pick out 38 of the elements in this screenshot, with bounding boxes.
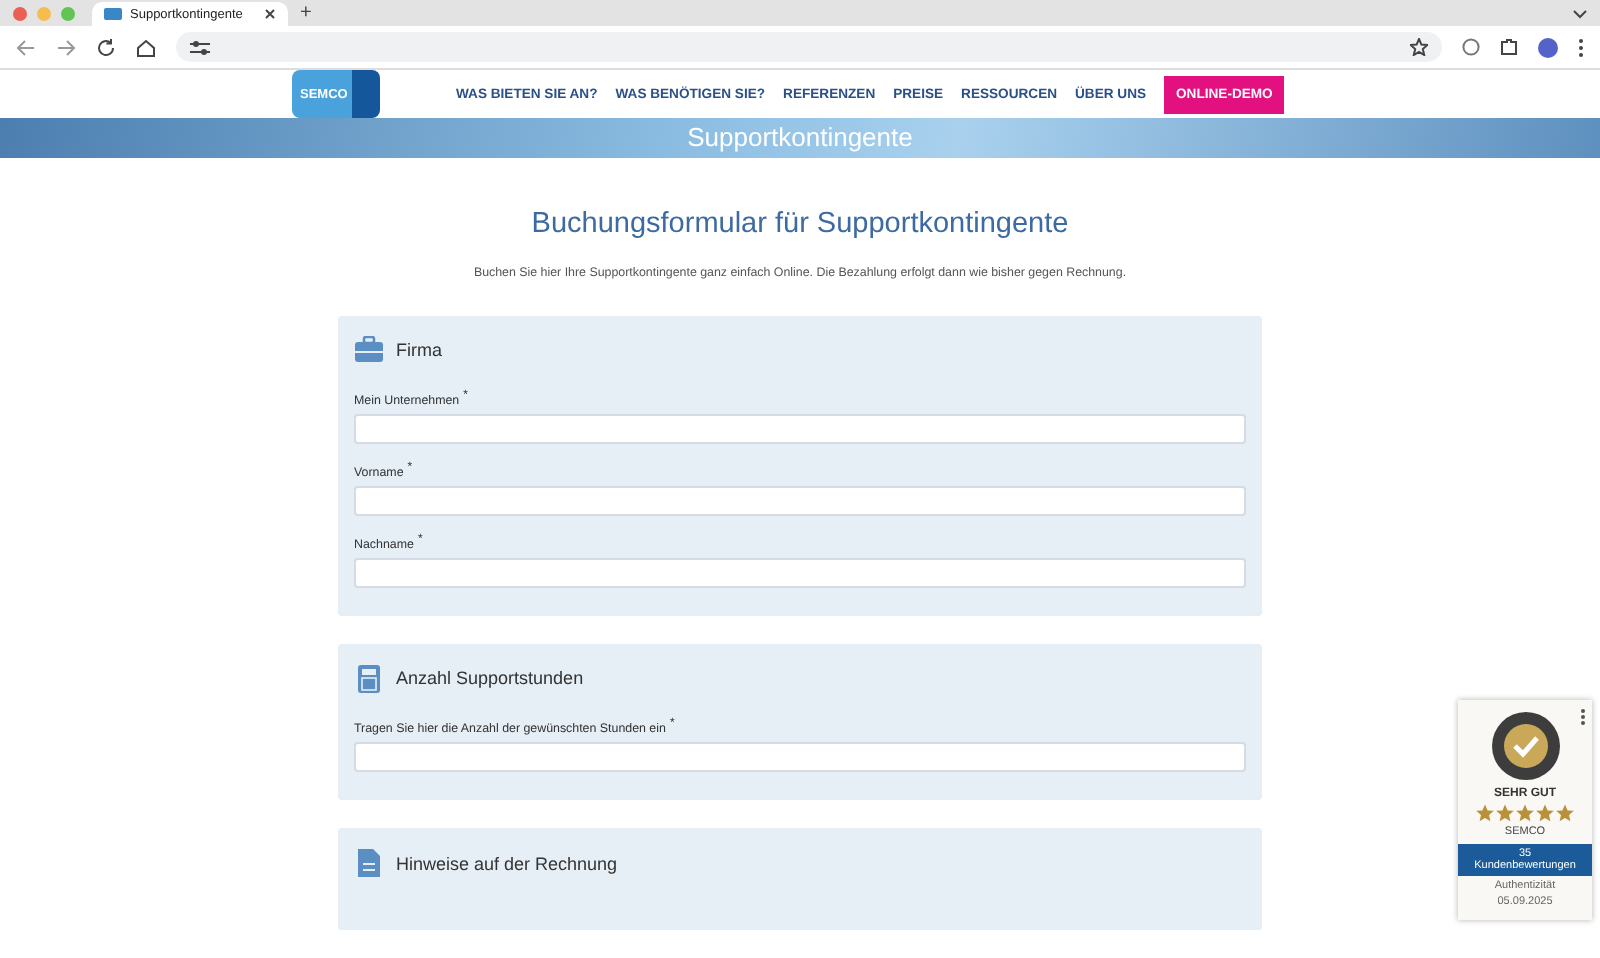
input-field[interactable] xyxy=(354,413,1246,444)
star-icon xyxy=(1516,804,1534,822)
more-icon[interactable] xyxy=(1578,37,1584,57)
star-icon xyxy=(1476,804,1494,822)
chevron-down-icon[interactable] xyxy=(1572,5,1588,21)
required-mark: * xyxy=(669,717,675,730)
star-icon xyxy=(1496,804,1514,822)
site-settings-icon xyxy=(190,39,210,55)
new-tab-button[interactable]: + xyxy=(300,2,312,26)
form-title: Buchungsformular für Supportkontingente xyxy=(529,207,1071,240)
required-mark: * xyxy=(417,533,423,546)
document-icon xyxy=(354,848,384,878)
seal-icon xyxy=(1489,710,1561,782)
star-icon xyxy=(1536,804,1554,822)
profile-avatar-icon[interactable] xyxy=(1538,37,1558,57)
reload-icon[interactable] xyxy=(96,37,116,57)
briefcase-icon xyxy=(354,335,384,366)
forward-icon[interactable] xyxy=(56,37,76,57)
extensions-icon[interactable] xyxy=(1500,38,1518,56)
window-controls-icon xyxy=(12,5,80,21)
home-icon[interactable] xyxy=(136,37,156,57)
calculator-icon xyxy=(354,663,384,694)
required-mark: * xyxy=(407,461,413,474)
input-field[interactable] xyxy=(354,485,1246,516)
close-icon[interactable] xyxy=(264,8,276,20)
section-title: Hinweise auf der Rechnung xyxy=(396,853,618,873)
favicon-icon xyxy=(104,8,122,20)
section-title: Firma xyxy=(396,340,442,361)
required-mark: * xyxy=(463,389,468,402)
back-icon[interactable] xyxy=(16,37,36,57)
page-title: Supportkontingente xyxy=(687,122,913,153)
input-field[interactable] xyxy=(354,742,1246,772)
section-title: Anzahl Supportstunden xyxy=(396,668,584,689)
star-icon xyxy=(1556,804,1574,822)
star-icon[interactable] xyxy=(1410,38,1428,56)
media-icon[interactable] xyxy=(1462,38,1480,56)
input-field[interactable] xyxy=(354,557,1246,588)
more-icon xyxy=(1580,708,1586,726)
